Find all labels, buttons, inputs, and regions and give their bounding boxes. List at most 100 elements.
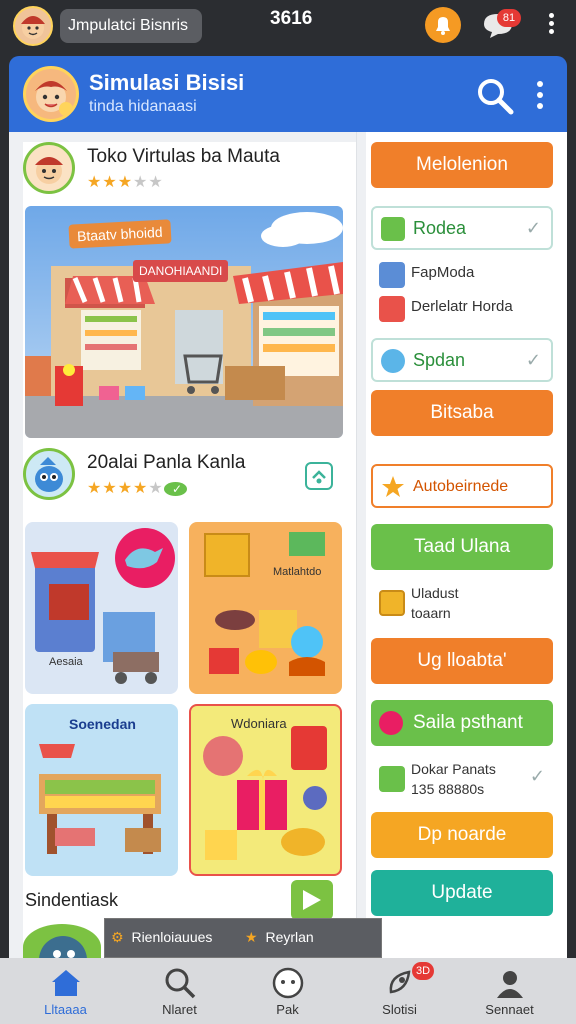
star-icon: ★ bbox=[102, 480, 118, 497]
list-item-2-icon bbox=[379, 296, 405, 322]
list-item-4-icon bbox=[379, 766, 405, 792]
product-avatar-icon bbox=[23, 448, 75, 500]
toast-left-text: Rienloiauues bbox=[131, 929, 213, 945]
option-row-1[interactable]: Rodea ✓ bbox=[371, 206, 553, 250]
nav-search[interactable]: Nlaret bbox=[122, 958, 237, 1024]
home-icon bbox=[49, 966, 83, 1000]
nav-profile[interactable]: Sennaet bbox=[452, 958, 567, 1024]
list-item-3-icon bbox=[379, 590, 405, 616]
action-button-5[interactable]: Saila psthant bbox=[371, 700, 553, 746]
star-icon: ★ bbox=[87, 480, 103, 497]
more-vertical-icon[interactable] bbox=[545, 10, 557, 40]
option-row-3[interactable]: Autobeirnede bbox=[371, 464, 553, 508]
list-item-3-line1: Uladust bbox=[411, 585, 459, 601]
feed-column: Toko Virtulas ba Mauta ★★★★★ Btaatv bhoi… bbox=[23, 142, 356, 970]
nav-home-label: Lltaaaa bbox=[44, 1002, 87, 1017]
share-icon[interactable] bbox=[305, 462, 333, 490]
notification-pill[interactable]: Jmpulatci Bisnris bbox=[60, 9, 202, 43]
app-header: Simulasi Bisisi tinda hidanaasi bbox=[9, 56, 567, 132]
option-3-label: Autobeirnede bbox=[413, 478, 509, 495]
verified-icon: ✓ bbox=[163, 482, 188, 496]
nav-stats-label: Slotisi bbox=[382, 1002, 417, 1017]
category-tile-1[interactable]: Aesaia bbox=[25, 522, 178, 694]
star-icon bbox=[381, 475, 405, 499]
chat-bubble-icon bbox=[271, 966, 305, 1000]
nav-home[interactable]: Lltaaaa bbox=[8, 958, 123, 1024]
toast-left: ⚙ Rienloiauues bbox=[111, 929, 212, 946]
app-subtitle: tinda hidanaasi bbox=[89, 98, 197, 115]
bell-icon[interactable] bbox=[425, 7, 461, 43]
action-button-1[interactable]: Melolenion bbox=[371, 142, 553, 188]
category-tile-3[interactable]: Soenedan bbox=[25, 704, 178, 876]
star-icon: ★ bbox=[117, 174, 134, 191]
tile-3-label: Soenedan bbox=[69, 716, 136, 732]
list-item-1-label: FapModa bbox=[411, 264, 475, 281]
star-icon: ★ bbox=[102, 174, 118, 191]
category-tile-2[interactable]: Matlahtdo bbox=[189, 522, 342, 694]
column-divider bbox=[356, 132, 357, 958]
list-item-4-line1: Dokar Panats bbox=[411, 761, 496, 777]
list-item-1[interactable]: FapModa bbox=[371, 258, 557, 292]
nav-pack-label: Pak bbox=[276, 1002, 299, 1017]
list-item-4[interactable]: Dokar Panats 135 88880s ✓ bbox=[371, 760, 557, 800]
toast-bar[interactable]: ⚙ Rienloiauues ★ Reyrlan bbox=[104, 918, 382, 958]
nav-search-label: Nlaret bbox=[162, 1002, 197, 1017]
clock: 3616 bbox=[270, 8, 313, 29]
action-button-6[interactable]: Dp noarde bbox=[371, 812, 553, 858]
update-button[interactable]: Update bbox=[371, 870, 553, 916]
option-2-label: Spdan bbox=[413, 350, 466, 370]
tile-2-label: Matlahtdo bbox=[273, 566, 322, 578]
bottom-nav: Lltaaaa Nlaret Pak Slotisi 3D Sennaet bbox=[0, 958, 576, 1024]
profile-avatar-icon[interactable] bbox=[13, 6, 53, 46]
check-icon: ✓ bbox=[525, 350, 541, 370]
nav-stats[interactable]: Slotisi 3D bbox=[342, 958, 457, 1024]
star-icon: ★ bbox=[245, 929, 258, 945]
hero-shop-sign: DANOHIAANDI bbox=[133, 260, 229, 282]
section-action-button[interactable] bbox=[291, 880, 333, 920]
option-2-icon bbox=[381, 349, 405, 373]
search-icon[interactable] bbox=[475, 76, 515, 116]
chat-badge: 81 bbox=[497, 9, 521, 27]
store-rating: ★★★★★ bbox=[87, 172, 164, 192]
product-title: 20alai Panla Kanla bbox=[87, 452, 246, 473]
more-vertical-icon[interactable] bbox=[533, 78, 547, 112]
tag-icon bbox=[379, 711, 403, 735]
star-icon: ★ bbox=[87, 174, 103, 191]
check-icon: ✓ bbox=[529, 766, 545, 786]
action-button-4[interactable]: Ug lloabta' bbox=[371, 638, 553, 684]
option-row-2[interactable]: Spdan ✓ bbox=[371, 338, 553, 382]
list-item-4-line2: 135 88880s bbox=[411, 781, 485, 797]
action-button-3[interactable]: Taad Ulana bbox=[371, 524, 553, 570]
tile-4-label: Wdoniara bbox=[231, 716, 287, 731]
toast-right-text: Reyrlan bbox=[265, 929, 314, 945]
main-content: Toko Virtulas ba Mauta ★★★★★ Btaatv bhoi… bbox=[9, 132, 567, 970]
section-heading: Sindentiask bbox=[25, 890, 119, 910]
store-avatar-icon bbox=[23, 142, 75, 194]
action-button-2[interactable]: Bitsaba bbox=[371, 390, 553, 436]
list-item-3-line2: toaarn bbox=[411, 605, 451, 621]
toast-right: ★ Reyrlan bbox=[245, 929, 314, 946]
list-item-2[interactable]: Derlelatr Horda bbox=[371, 292, 557, 326]
list-item-3[interactable]: Uladust toaarn bbox=[371, 584, 557, 624]
list-item-1-icon bbox=[379, 262, 405, 288]
check-icon: ✓ bbox=[525, 218, 541, 238]
star-icon: ★ bbox=[148, 480, 164, 497]
star-icon: ★ bbox=[133, 480, 149, 497]
status-bar: Jmpulatci Bisnris 3616 81 bbox=[0, 0, 576, 50]
store-card-header[interactable]: Toko Virtulas ba Mauta ★★★★★ bbox=[23, 142, 356, 202]
product-rating: ★★★★★ ✓ bbox=[87, 478, 188, 498]
option-1-label: Rodea bbox=[413, 218, 467, 238]
action-button-5-label: Saila psthant bbox=[413, 712, 523, 733]
star-icon: ★ bbox=[148, 174, 164, 191]
category-tile-4[interactable]: Wdoniara bbox=[189, 704, 342, 876]
nav-pack[interactable]: Pak bbox=[230, 958, 345, 1024]
nav-badge: 3D bbox=[412, 962, 434, 980]
app-avatar-icon[interactable] bbox=[23, 66, 79, 122]
tile-1-label: Aesaia bbox=[49, 656, 83, 668]
product-card-header[interactable]: 20alai Panla Kanla ★★★★★ ✓ bbox=[23, 448, 356, 508]
action-panel: Melolenion Rodea ✓ FapModa Derlelatr Hor… bbox=[366, 132, 567, 958]
gear-icon: ⚙ bbox=[111, 929, 124, 945]
user-icon bbox=[493, 966, 527, 1000]
store-hero-image[interactable]: Btaatv bhoidd DANOHIAANDI bbox=[25, 206, 343, 438]
list-item-2-label: Derlelatr Horda bbox=[411, 298, 513, 315]
